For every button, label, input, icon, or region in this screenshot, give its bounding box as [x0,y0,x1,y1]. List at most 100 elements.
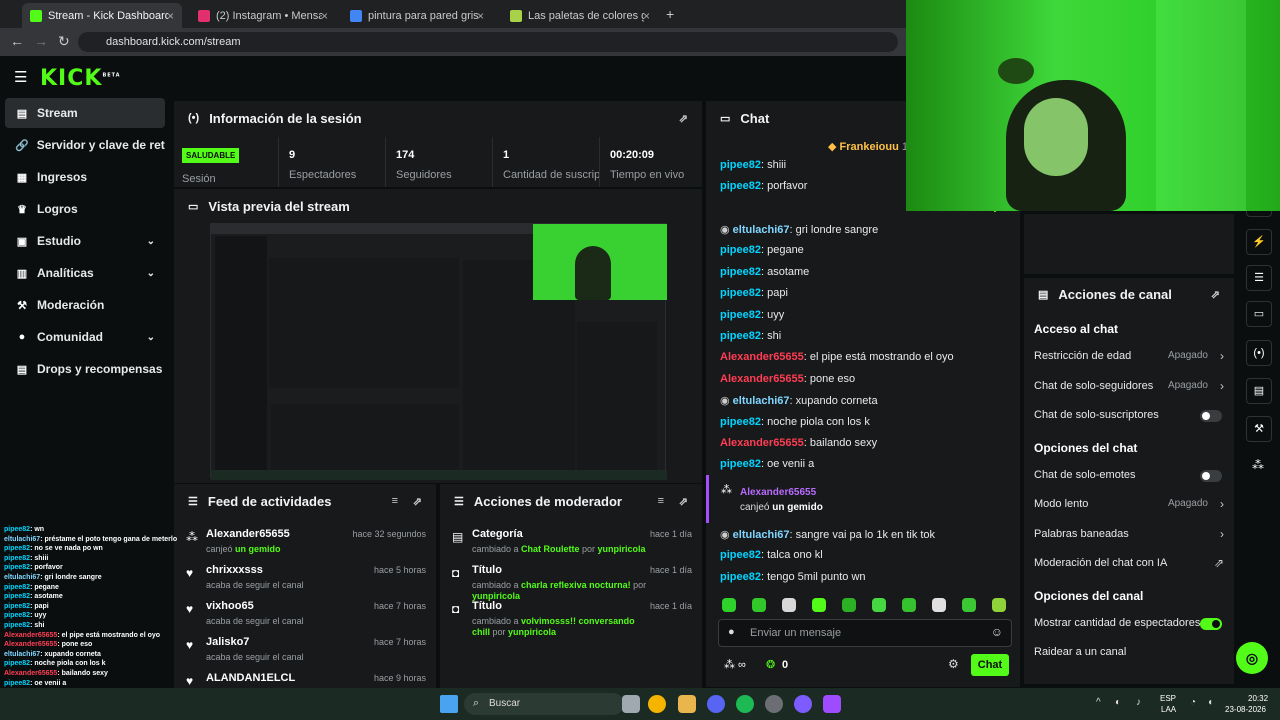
settings-icon[interactable]: ⚙ [948,657,959,671]
chat-username[interactable]: eltulachi67 [733,529,790,541]
chat-username[interactable]: eltulachi67 [733,395,790,407]
app-icon[interactable] [794,695,812,713]
chat-username[interactable]: pipee82 [720,244,761,256]
broadcast-icon[interactable]: (•) [1246,340,1272,366]
emote-icon[interactable] [752,598,766,612]
sidebar-item[interactable]: ▤ Stream [5,98,165,128]
browser-tab[interactable]: Stream - Kick Dashboard × [22,3,182,28]
chat-username[interactable]: pipee82 [720,458,761,470]
wrench-icon[interactable]: ⚒ [1246,416,1272,442]
chat-username[interactable]: pipee82 [720,180,761,192]
channel-option-row[interactable]: Raidear a un canal [1034,646,1224,666]
popout-icon[interactable]: ⇗ [1211,288,1220,301]
feed-username[interactable]: vixhoo65 [206,600,254,612]
taskbar-search[interactable]: ⌕ Buscar [464,693,624,715]
volume-icon[interactable]: ◖ [1207,697,1213,708]
popout-icon[interactable]: ⇗ [679,112,688,125]
redeem-user[interactable]: Alexander65655 [740,487,816,498]
chat-username[interactable]: pipee82 [720,159,761,171]
chat-username[interactable]: Alexander65655 [720,351,804,363]
network-icon[interactable]: ◔ [1190,697,1196,708]
chat-username[interactable]: pipee82 [720,549,761,561]
toggle-switch[interactable] [1200,469,1222,482]
toggle-switch[interactable] [1200,617,1222,630]
feed-username[interactable]: chrixxxsss [206,564,263,576]
url-input[interactable]: dashboard.kick.com/stream [78,32,898,52]
browser-tab[interactable]: Las paletas de colores grises pa× [502,3,658,28]
channel-option-row[interactable]: Modo lento Apagado › [1034,497,1224,518]
chat-input[interactable]: ● Enviar un mensaje ☺ [718,619,1012,647]
redeem-rail-icon[interactable]: ⁂ [1252,458,1264,472]
feed-username[interactable]: Alexander65655 [206,528,290,540]
filter-icon[interactable]: ≡ [392,495,398,507]
chat-username[interactable]: eltulachi67 [733,224,790,236]
popout-icon[interactable]: ⇗ [413,495,422,508]
forward-icon[interactable]: → [34,33,48,49]
obs-icon[interactable] [765,695,783,713]
windows-start-icon[interactable] [440,695,458,713]
channel-option-row[interactable]: Restricción de edad Apagado › [1034,349,1224,370]
chrome-icon[interactable] [648,695,666,713]
channel-option-row[interactable]: Chat de solo-seguidores Apagado › [1034,379,1224,400]
emote-icon[interactable] [992,598,1006,612]
ai-app-icon[interactable] [823,695,841,713]
file-explorer-icon[interactable] [678,695,696,713]
tray-chevron-icon[interactable]: ^ [1096,697,1101,708]
back-icon[interactable]: ← [10,33,24,49]
sidebar-item[interactable]: ▣ Estudio ⌄ [5,226,165,256]
kick-logo[interactable]: KICKBETA [40,66,121,91]
support-button[interactable]: ◎ [1236,642,1268,674]
tab-close-icon[interactable]: × [477,9,484,23]
chat-username[interactable]: pipee82 [720,571,761,583]
feed-username[interactable]: ALANDAN1ELCL [206,672,295,684]
chat-username[interactable]: pipee82 [720,416,761,428]
chat-username[interactable]: Alexander65655 [720,437,804,449]
channel-option-row[interactable]: Palabras baneadas › [1034,527,1224,548]
chat-username[interactable]: pipee82 [720,287,761,299]
sidebar-item[interactable]: ▤ Drops y recompensas [5,354,165,384]
pinned-gifter[interactable]: ◆ Frankeiouu 1 [828,140,908,153]
tab-close-icon[interactable]: × [167,9,174,23]
new-tab-icon[interactable]: + [666,6,674,22]
browser-tab[interactable]: pintura para pared gris - Buscar× [342,3,492,28]
microphone-icon[interactable]: ♪ [1136,697,1141,708]
chat-username[interactable]: pipee82 [720,330,761,342]
channel-option-row[interactable]: Chat de solo-emotes [1034,469,1224,489]
emote-icon[interactable] [872,598,886,612]
tab-close-icon[interactable]: × [643,9,650,23]
channel-option-row[interactable]: Moderación del chat con IA ⇗ [1034,556,1224,577]
infinity-icon[interactable]: ⁂ ∞ [724,658,746,671]
emote-icon[interactable] [782,598,796,612]
discord-icon[interactable] [707,695,725,713]
sidebar-item[interactable]: ▦ Ingresos [5,162,165,192]
channel-option-row[interactable]: Chat de solo-suscriptores [1034,409,1224,429]
chat-username[interactable]: pipee82 [720,266,761,278]
tab-close-icon[interactable]: × [321,9,328,23]
emote-icon[interactable] [722,598,736,612]
stream-preview-video[interactable] [210,223,667,480]
toggle-switch[interactable] [1200,410,1222,422]
sidebar-item[interactable]: ▥ Analíticas ⌄ [5,258,165,288]
lightning-icon[interactable]: ⚡ [1246,229,1272,255]
filter-icon[interactable]: ≡ [658,495,664,507]
feed-username[interactable]: Jalisko7 [206,636,249,648]
popout-icon[interactable]: ⇗ [679,495,688,508]
lang-top[interactable]: ESP [1160,694,1176,703]
spotify-icon[interactable] [736,695,754,713]
emote-icon[interactable] [932,598,946,612]
task-view-icon[interactable] [622,695,640,713]
emote-icon[interactable] [962,598,976,612]
tray-app-icon[interactable]: ◐ [1115,697,1121,708]
chat-username[interactable]: Alexander65655 [720,373,804,385]
clock-time[interactable]: 20:32 [1248,694,1268,703]
sidebar-item[interactable]: ♛ Logros [5,194,165,224]
layout-icon[interactable]: ▤ [1246,378,1272,404]
send-chat-button[interactable]: Chat [971,654,1009,676]
emote-icon[interactable] [902,598,916,612]
menu-icon[interactable]: ☰ [14,68,27,86]
sidebar-item[interactable]: ● Comunidad ⌄ [5,322,165,352]
chat-bubble-icon[interactable]: ▭ [1246,301,1272,327]
sidebar-item[interactable]: ⚒ Moderación [5,290,165,320]
channel-option-row[interactable]: Mostrar cantidad de espectadores [1034,617,1224,637]
browser-tab[interactable]: (2) Instagram • Mensajes× [190,3,336,28]
